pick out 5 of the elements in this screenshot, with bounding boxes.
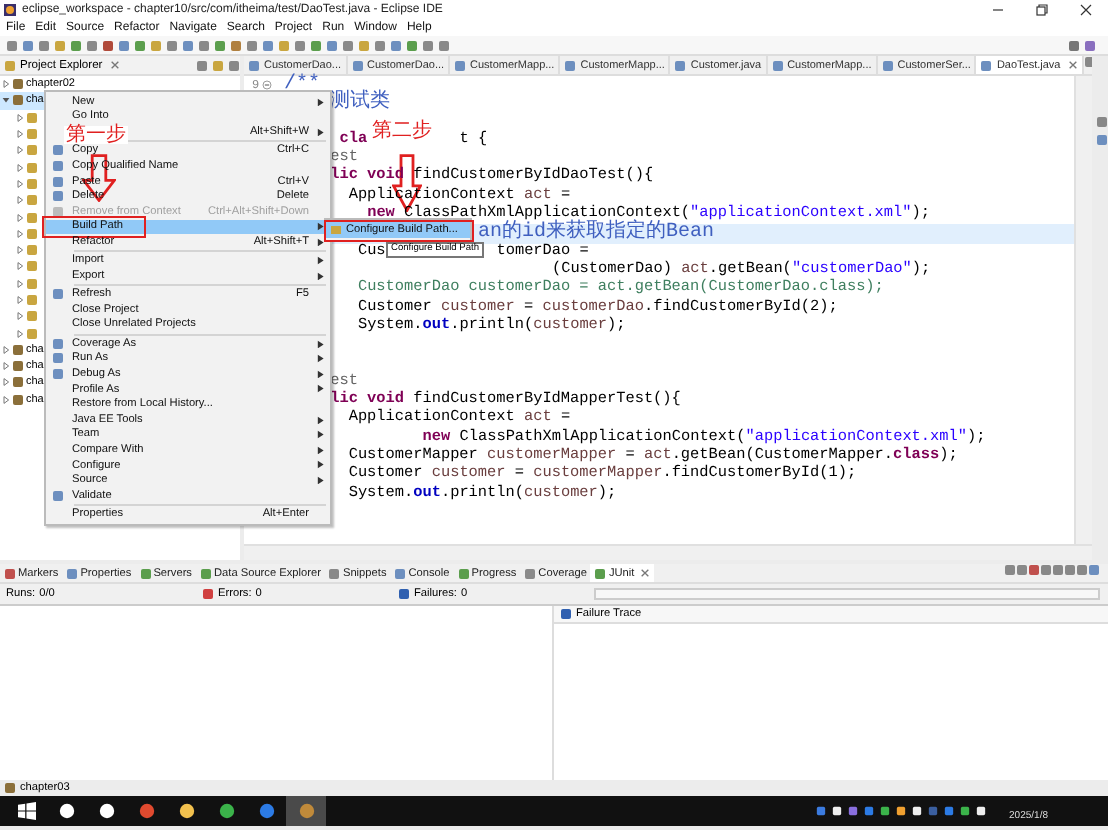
step-label: 第二步 xyxy=(370,122,434,140)
code-text: /** xyxy=(284,75,321,96)
code-text: 测试类 xyxy=(330,93,391,115)
code-text: an的id来获取指定的Bean xyxy=(478,223,715,244)
step-label: 第一步 xyxy=(64,125,128,143)
